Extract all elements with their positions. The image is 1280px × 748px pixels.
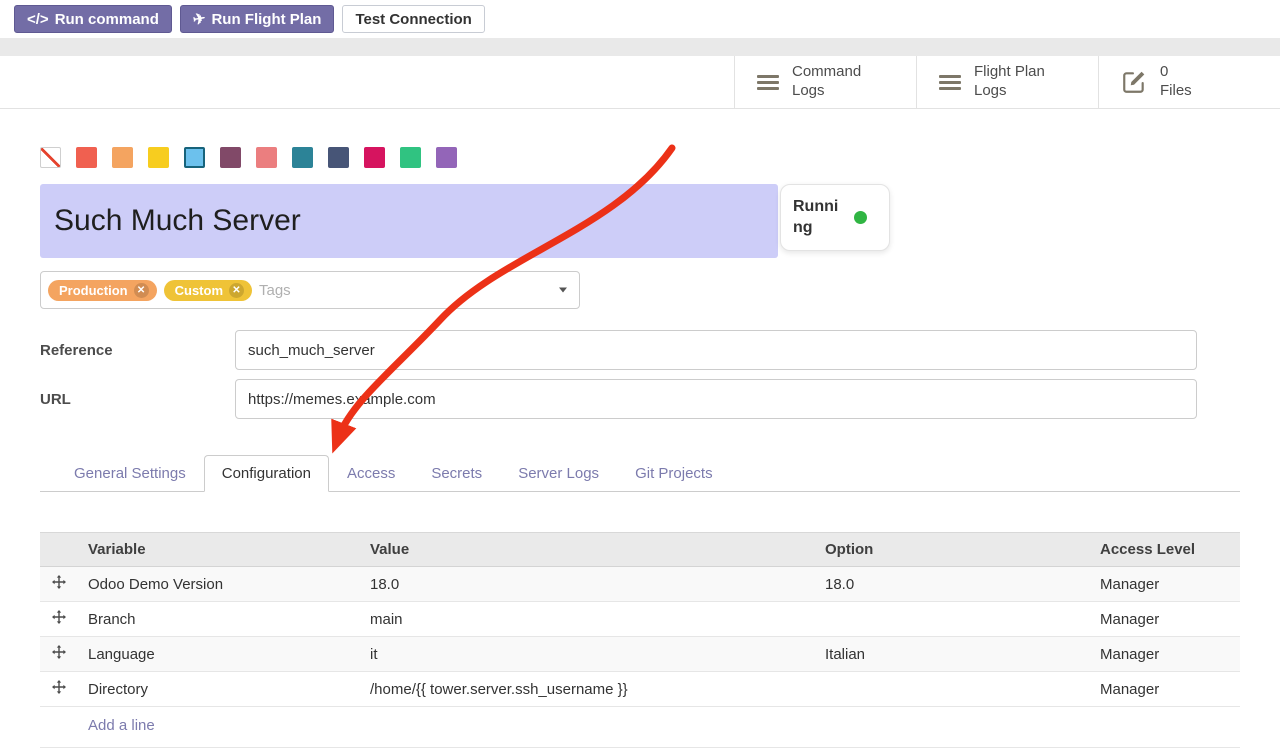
tag-pill: Production ✕ [48, 280, 157, 301]
tag-remove-icon[interactable]: ✕ [134, 283, 149, 298]
status-button[interactable]: Running [780, 184, 890, 251]
drag-handle-icon[interactable] [40, 637, 78, 672]
cell-value[interactable]: it [360, 637, 815, 672]
color-swatch-fuchsia[interactable] [364, 147, 385, 168]
color-swatch-teal[interactable] [292, 147, 313, 168]
table-row[interactable]: Directory /home/{{ tower.server.ssh_user… [40, 672, 1240, 707]
color-swatch-green[interactable] [400, 147, 421, 168]
tab-secrets[interactable]: Secrets [413, 455, 500, 492]
table-row[interactable]: Language it Italian Manager [40, 637, 1240, 672]
color-swatch-salmon[interactable] [256, 147, 277, 168]
cell-option[interactable] [815, 602, 1090, 637]
url-label: URL [40, 391, 235, 408]
tab-git-projects[interactable]: Git Projects [617, 455, 731, 492]
tags-placeholder: Tags [259, 282, 291, 299]
cell-variable[interactable]: Directory [78, 672, 360, 707]
stat-button-command-logs[interactable]: Command Logs [734, 56, 916, 108]
cell-value[interactable]: main [360, 602, 815, 637]
color-swatch-red[interactable] [76, 147, 97, 168]
drag-handle-icon[interactable] [40, 567, 78, 602]
run-flight-plan-button[interactable]: ✈ Run Flight Plan [180, 5, 335, 33]
color-swatch-yellow[interactable] [148, 147, 169, 168]
table-header-access: Access Level [1090, 533, 1240, 567]
run-command-label: Run command [55, 12, 159, 27]
table-header-variable: Variable [78, 533, 360, 567]
stat-label-line2: Logs [792, 82, 861, 101]
cell-value[interactable]: 18.0 [360, 567, 815, 602]
top-toolbar: </> Run command ✈ Run Flight Plan Test C… [0, 0, 1280, 38]
test-connection-button[interactable]: Test Connection [342, 5, 484, 33]
stat-label-line1: Command [792, 63, 861, 82]
status-dot [854, 211, 867, 224]
tab-access[interactable]: Access [329, 455, 413, 492]
table-row[interactable]: Odoo Demo Version 18.0 18.0 Manager [40, 567, 1240, 602]
cell-access[interactable]: Manager [1090, 637, 1240, 672]
color-swatch-light-blue[interactable] [184, 147, 205, 168]
form-sheet: Such Much Server Running Production ✕ Cu… [0, 147, 1280, 748]
color-swatch-purple[interactable] [436, 147, 457, 168]
run-command-button[interactable]: </> Run command [14, 5, 172, 33]
cell-variable[interactable]: Language [78, 637, 360, 672]
table-header-option: Option [815, 533, 1090, 567]
menu-icon [757, 75, 779, 90]
table-header-handle [40, 533, 78, 567]
cell-variable[interactable]: Branch [78, 602, 360, 637]
config-table: Variable Value Option Access Level Odoo … [40, 532, 1240, 707]
edit-icon [1121, 69, 1147, 95]
stat-label-line1: Flight Plan [974, 63, 1045, 82]
code-icon: </> [27, 12, 49, 27]
tab-server-logs[interactable]: Server Logs [500, 455, 617, 492]
drag-handle-icon[interactable] [40, 672, 78, 707]
stat-label-line2: Logs [974, 82, 1045, 101]
stat-label-line1: 0 [1160, 63, 1192, 82]
color-palette [40, 147, 1240, 168]
cell-option[interactable]: 18.0 [815, 567, 1090, 602]
tag-remove-icon[interactable]: ✕ [229, 283, 244, 298]
chevron-down-icon[interactable] [559, 288, 567, 293]
add-a-line-link[interactable]: Add a line [88, 717, 155, 734]
tags-input[interactable]: Production ✕ Custom ✕ Tags [40, 271, 580, 309]
table-header-value: Value [360, 533, 815, 567]
tag-pill: Custom ✕ [164, 280, 252, 301]
stat-label-line2: Files [1160, 82, 1192, 101]
stat-button-files[interactable]: 0 Files [1098, 56, 1280, 108]
reference-label: Reference [40, 342, 235, 359]
drag-handle-icon[interactable] [40, 602, 78, 637]
paper-plane-icon: ✈ [192, 11, 207, 28]
tab-configuration[interactable]: Configuration [204, 455, 329, 492]
cell-variable[interactable]: Odoo Demo Version [78, 567, 360, 602]
stat-button-flight-plan-logs[interactable]: Flight Plan Logs [916, 56, 1098, 108]
test-connection-label: Test Connection [355, 12, 471, 27]
tag-label: Custom [175, 283, 223, 298]
server-name-input[interactable]: Such Much Server [40, 184, 778, 258]
tab-bar: General Settings Configuration Access Se… [40, 455, 1240, 492]
cell-access[interactable]: Manager [1090, 567, 1240, 602]
cell-option[interactable] [815, 672, 1090, 707]
table-row[interactable]: Branch main Manager [40, 602, 1240, 637]
color-swatch-orange[interactable] [112, 147, 133, 168]
cell-value[interactable]: /home/{{ tower.server.ssh_username }} [360, 672, 815, 707]
url-input[interactable] [235, 379, 1197, 419]
tab-general-settings[interactable]: General Settings [56, 455, 204, 492]
run-flight-plan-label: Run Flight Plan [211, 12, 321, 27]
form-header: Command Logs Flight Plan Logs 0 Files [0, 56, 1280, 109]
color-swatch-dark-blue[interactable] [328, 147, 349, 168]
cell-access[interactable]: Manager [1090, 672, 1240, 707]
color-swatch-dark-purple[interactable] [220, 147, 241, 168]
tag-label: Production [59, 283, 128, 298]
separator-band [0, 38, 1280, 56]
reference-input[interactable] [235, 330, 1197, 370]
status-label: Running [793, 197, 845, 239]
cell-option[interactable]: Italian [815, 637, 1090, 672]
table-header-row: Variable Value Option Access Level [40, 533, 1240, 567]
menu-icon [939, 75, 961, 90]
color-swatch-none[interactable] [40, 147, 61, 168]
cell-access[interactable]: Manager [1090, 602, 1240, 637]
